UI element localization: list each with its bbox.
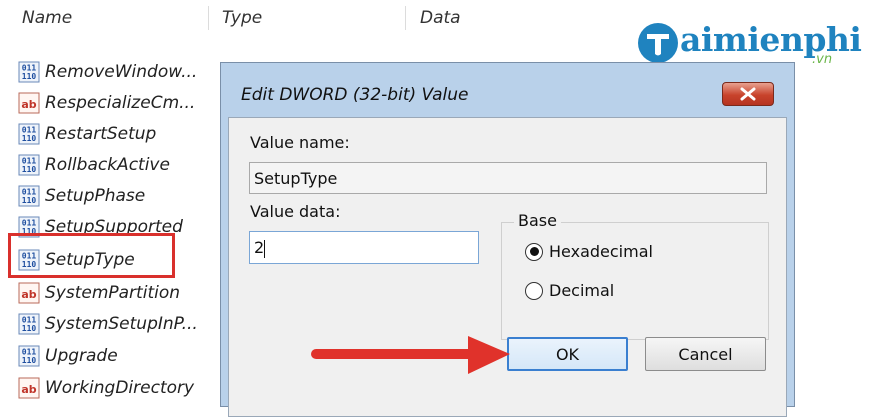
value-name: RestartSetup — [45, 124, 157, 144]
watermark-text: aimienphi — [680, 20, 862, 59]
list-item[interactable]: ab WorkingDirectory — [18, 374, 194, 402]
value-name: RollbackActive — [45, 155, 170, 175]
dword-icon: 011 110 — [18, 313, 40, 335]
value-data-text: 2 — [254, 238, 265, 257]
decimal-label: Decimal — [549, 281, 615, 300]
column-separator[interactable] — [405, 6, 406, 30]
t-logo-icon — [638, 23, 678, 63]
svg-text:110: 110 — [22, 165, 37, 174]
value-name-field: SetupType — [249, 162, 767, 194]
svg-text:ab: ab — [21, 383, 36, 396]
dword-icon: 011 110 — [18, 345, 40, 367]
list-item[interactable]: ab RespecializeCm... — [18, 89, 195, 117]
value-name: WorkingDirectory — [45, 378, 195, 398]
value-data-label: Value data: — [250, 202, 341, 221]
decimal-radio[interactable]: Decimal — [525, 281, 614, 300]
value-name: SystemPartition — [45, 283, 181, 303]
value-data-input[interactable]: 2 — [249, 231, 479, 264]
svg-text:ab: ab — [21, 288, 36, 301]
value-name-label: Value name: — [250, 133, 350, 152]
highlight-box — [8, 233, 175, 278]
list-item[interactable]: 011 110 RemoveWindow... — [18, 58, 197, 86]
radio-unselected-icon — [525, 281, 543, 300]
value-name: RemoveWindow... — [45, 62, 198, 82]
dword-icon: 011 110 — [18, 185, 40, 207]
dialog-title: Edit DWORD (32-bit) Value — [241, 85, 469, 105]
value-name: SetupPhase — [45, 186, 146, 206]
svg-text:110: 110 — [22, 324, 37, 333]
svg-text:110: 110 — [22, 356, 37, 365]
cancel-button[interactable]: Cancel — [645, 337, 766, 371]
base-label: Base — [514, 211, 561, 230]
list-item[interactable]: 011 110 RestartSetup — [18, 120, 156, 148]
hexadecimal-radio[interactable]: Hexadecimal — [525, 242, 653, 261]
dword-icon: 011 110 — [18, 154, 40, 176]
value-name: SystemSetupInP... — [45, 314, 198, 334]
text-cursor — [264, 239, 266, 258]
hexadecimal-label: Hexadecimal — [549, 242, 653, 261]
column-header-data[interactable]: Data — [420, 8, 461, 28]
ok-button[interactable]: OK — [507, 337, 628, 371]
annotation-arrow-icon — [311, 336, 510, 374]
dword-icon: 011 110 — [18, 61, 40, 83]
string-icon: ab — [18, 92, 40, 114]
svg-text:110: 110 — [22, 134, 37, 143]
string-icon: ab — [18, 377, 40, 399]
close-button[interactable] — [722, 82, 774, 106]
value-name: RespecializeCm... — [45, 93, 196, 113]
string-icon: ab — [18, 282, 40, 304]
column-separator[interactable] — [208, 6, 209, 30]
list-item[interactable]: ab SystemPartition — [18, 279, 180, 307]
column-header-name[interactable]: Name — [22, 8, 72, 28]
svg-text:ab: ab — [21, 98, 36, 111]
list-item[interactable]: 011 110 SystemSetupInP... — [18, 310, 198, 338]
column-header-type[interactable]: Type — [222, 8, 262, 28]
list-item[interactable]: 011 110 Upgrade — [18, 342, 118, 370]
dword-icon: 011 110 — [18, 123, 40, 145]
list-item[interactable]: 011 110 RollbackActive — [18, 151, 170, 179]
svg-text:110: 110 — [22, 72, 37, 81]
radio-selected-icon — [525, 242, 543, 261]
list-item[interactable]: 011 110 SetupPhase — [18, 182, 145, 210]
svg-text:110: 110 — [22, 196, 37, 205]
close-icon — [740, 87, 756, 101]
watermark-suffix: .vn — [812, 52, 833, 67]
value-name: Upgrade — [45, 346, 118, 366]
